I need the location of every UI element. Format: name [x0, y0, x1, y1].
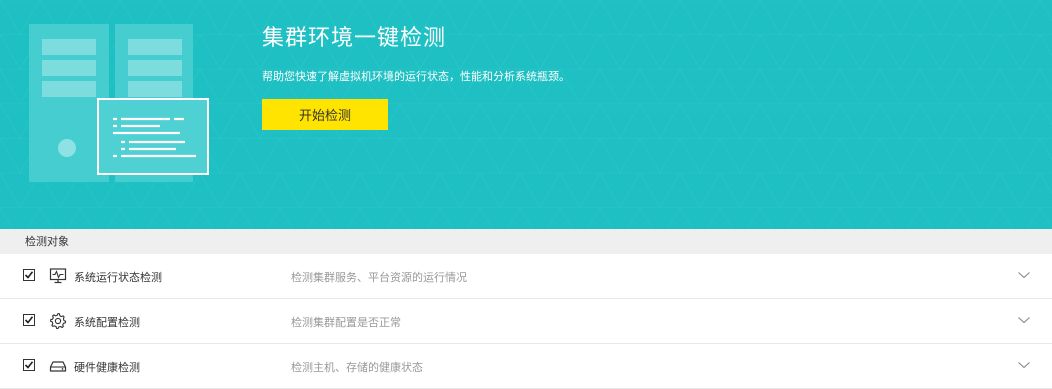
chevron-down-icon[interactable]: [1017, 268, 1031, 282]
hero-banner: 集群环境一键检测 帮助您快速了解虚拟机环境的运行状态，性能和分析系统瓶颈。 开始…: [0, 0, 1052, 229]
section-header: 检测对象: [0, 229, 1052, 254]
page-title: 集群环境一键检测: [262, 26, 447, 51]
chevron-down-icon[interactable]: [1017, 358, 1031, 372]
check-item-row[interactable]: 硬件健康检测 检测主机、存储的健康状态: [0, 344, 1052, 389]
check-item-label: 系统运行状态检测: [74, 271, 162, 284]
check-item-description: 检测集群配置是否正常: [291, 316, 401, 329]
checkmark-icon: [24, 361, 34, 369]
check-item-label: 硬件健康检测: [74, 361, 140, 374]
checkbox[interactable]: [23, 314, 35, 326]
checkbox[interactable]: [23, 359, 35, 371]
check-item-row[interactable]: 系统运行状态检测 检测集群服务、平台资源的运行情况: [0, 254, 1052, 299]
hard-drive-icon: [49, 361, 67, 372]
checkmark-icon: [24, 316, 34, 324]
gear-icon: [50, 312, 67, 330]
check-item-label: 系统配置检测: [74, 316, 140, 329]
server-illustration-icon: [29, 24, 209, 182]
checkbox[interactable]: [23, 269, 35, 281]
hero-description: 帮助您快速了解虚拟机环境的运行状态，性能和分析系统瓶颈。: [262, 70, 570, 83]
check-item-row[interactable]: 系统配置检测 检测集群配置是否正常: [0, 299, 1052, 344]
checkmark-icon: [24, 271, 34, 279]
check-item-description: 检测集群服务、平台资源的运行情况: [291, 271, 467, 284]
chevron-down-icon[interactable]: [1017, 313, 1031, 327]
start-check-button[interactable]: 开始检测: [262, 99, 388, 130]
monitor-pulse-icon: [49, 268, 67, 284]
check-item-description: 检测主机、存储的健康状态: [291, 361, 423, 374]
